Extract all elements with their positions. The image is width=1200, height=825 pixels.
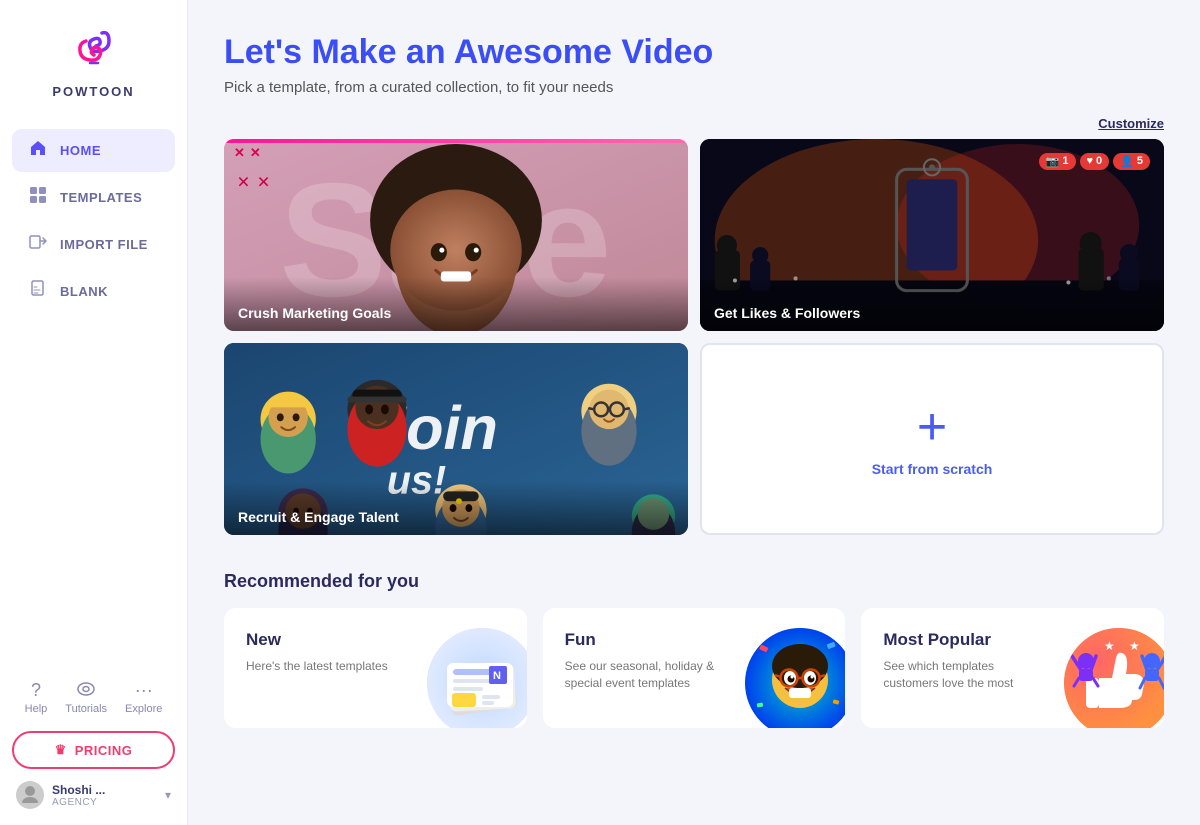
sidebar: POWTOON HOME TEMPLATES [0, 0, 188, 825]
svg-text:✕: ✕ [257, 173, 271, 191]
pricing-button[interactable]: ♛ PRICING [12, 731, 175, 769]
blank-icon [28, 280, 48, 303]
sidebar-item-home-label: HOME [60, 143, 101, 158]
explore-button[interactable]: ··· Explore [125, 680, 162, 715]
explore-label: Explore [125, 703, 162, 715]
sidebar-item-blank[interactable]: BLANK [12, 270, 175, 313]
rec-card-new-desc: Here's the latest templates [246, 658, 402, 675]
badge-heart: ♥0 [1080, 153, 1110, 170]
logo-icon [64, 20, 124, 80]
page-title: Let's Make an Awesome Video [224, 32, 1164, 73]
nav-menu: HOME TEMPLATES IMPORT FILE [0, 129, 187, 313]
sidebar-bottom: ? Help Tutorials ··· Explore ♛ PRICING [0, 680, 187, 825]
logo-text: POWTOON [52, 84, 134, 99]
rec-card-popular-desc: See which templates customers love the m… [883, 658, 1039, 692]
svg-text:★: ★ [1104, 639, 1115, 653]
sidebar-item-home[interactable]: HOME [12, 129, 175, 172]
svg-text:N: N [493, 670, 501, 682]
home-icon [28, 139, 48, 162]
user-profile[interactable]: Shoshi ... AGENCY ▾ [12, 781, 175, 809]
main-content: Let's Make an Awesome Video Pick a templ… [188, 0, 1200, 825]
customize-link[interactable]: Customize [1098, 116, 1164, 131]
template-card-likes[interactable]: 📷1 ♥0 👤5 Get Likes & Followers [700, 139, 1164, 331]
badge-camera: 📷1 [1039, 153, 1076, 170]
logo-area: POWTOON [52, 20, 134, 99]
scratch-label: Start from scratch [872, 461, 993, 477]
svg-text:★: ★ [1129, 639, 1140, 653]
help-row: ? Help Tutorials ··· Explore [25, 680, 163, 715]
rec-card-fun[interactable]: Fun See our seasonal, holiday & special … [543, 608, 846, 728]
sidebar-item-import-label: IMPORT FILE [60, 237, 148, 252]
svg-text:✕: ✕ [237, 173, 251, 191]
import-icon [28, 233, 48, 256]
tutorials-button[interactable]: Tutorials [65, 680, 107, 715]
badge-user: 👤5 [1113, 153, 1150, 170]
rec-card-popular[interactable]: Most Popular See which templates custome… [861, 608, 1164, 728]
template-grid: Sale ✕ ✕ [224, 139, 1164, 535]
recommended-grid: New Here's the latest templates [224, 608, 1164, 728]
page-subtitle: Pick a template, from a curated collecti… [224, 79, 1164, 96]
avatar [16, 781, 44, 809]
sidebar-item-blank-label: BLANK [60, 284, 108, 299]
user-name: Shoshi ... [52, 783, 157, 797]
tutorials-label: Tutorials [65, 703, 107, 715]
templates-icon [28, 186, 48, 209]
pricing-label: PRICING [75, 743, 133, 758]
template-label-join: Recruit & Engage Talent [224, 481, 688, 535]
chevron-down-icon: ▾ [165, 788, 171, 802]
notification-badges: 📷1 ♥0 👤5 [1039, 153, 1150, 170]
customize-row: Customize [224, 116, 1164, 131]
recommended-title: Recommended for you [224, 571, 1164, 592]
template-label-crush: Crush Marketing Goals [224, 277, 688, 331]
scratch-plus-icon: + [917, 401, 947, 453]
pricing-crown-icon: ♛ [55, 742, 67, 758]
rec-card-fun-desc: See our seasonal, holiday & special even… [565, 658, 721, 692]
help-button[interactable]: ? Help [25, 680, 48, 715]
template-card-crush[interactable]: Sale ✕ ✕ [224, 139, 688, 331]
sidebar-item-templates-label: TEMPLATES [60, 190, 142, 205]
help-icon: ? [31, 680, 41, 701]
template-card-join[interactable]: Join us! [224, 343, 688, 535]
sidebar-item-templates[interactable]: TEMPLATES [12, 176, 175, 219]
sidebar-item-import[interactable]: IMPORT FILE [12, 223, 175, 266]
tutorials-icon [77, 680, 95, 701]
explore-icon: ··· [135, 680, 153, 701]
help-label: Help [25, 703, 48, 715]
user-role: AGENCY [52, 797, 157, 808]
user-info: Shoshi ... AGENCY [52, 783, 157, 808]
template-label-likes: Get Likes & Followers [700, 277, 1164, 331]
rec-card-new[interactable]: New Here's the latest templates [224, 608, 527, 728]
template-card-scratch[interactable]: + Start from scratch [700, 343, 1164, 535]
